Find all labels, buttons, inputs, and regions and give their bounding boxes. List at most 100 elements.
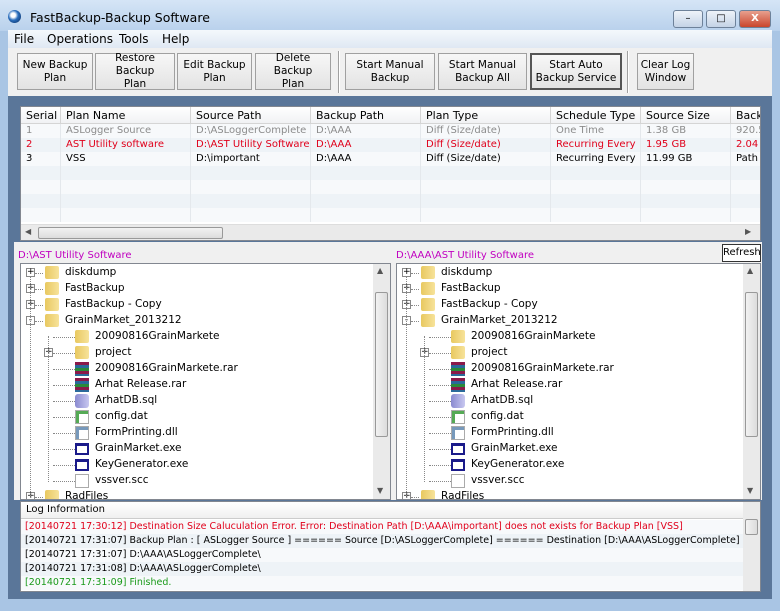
scroll-left-icon[interactable]: ◀ [25, 227, 31, 236]
menu-tools[interactable]: Tools [119, 32, 149, 46]
scroll-up-icon[interactable]: ▲ [747, 266, 753, 275]
column-header[interactable]: Serial [21, 107, 61, 124]
tree-item[interactable]: 20090816GrainMarkete [397, 329, 747, 345]
start-manual-backup-button[interactable]: Start Manual Backup [345, 53, 435, 90]
column-header[interactable]: Plan Type [421, 107, 551, 124]
tree-scroll-thumb[interactable] [745, 292, 758, 437]
tree-item[interactable]: 20090816GrainMarkete.rar [21, 361, 371, 377]
delete-backup-plan-button[interactable]: Delete Backup Plan [255, 52, 331, 90]
column-header[interactable]: Backup Path [311, 107, 421, 124]
tree-item-label: RadFiles [441, 490, 485, 500]
menu-operations[interactable]: Operations [47, 32, 113, 46]
table-row[interactable]: 2 AST Utility software D:\AST Utility Soft… [21, 138, 760, 152]
minimize-button[interactable]: – [673, 10, 703, 28]
tree-item[interactable]: ArhatDB.sql [397, 393, 747, 409]
table-cell [191, 180, 311, 194]
tree-item[interactable]: Arhat Release.rar [21, 377, 371, 393]
tree-item[interactable]: + diskdump [397, 265, 747, 281]
tree-item[interactable]: + project [397, 345, 747, 361]
tree-item[interactable]: FormPrinting.dll [397, 425, 747, 441]
edit-backup-plan-button[interactable]: Edit Backup Plan [177, 53, 252, 90]
maximize-button[interactable]: □ [706, 10, 736, 28]
tree-item[interactable]: + diskdump [21, 265, 371, 281]
tree-item[interactable]: - GrainMarket_2013212 [397, 313, 747, 329]
tree-item-label: FastBackup [65, 282, 125, 294]
menu-help[interactable]: Help [162, 32, 189, 46]
restore-backup-plan-button[interactable]: Restore Backup Plan [95, 52, 175, 90]
clear-log-window-button[interactable]: Clear Log Window [637, 53, 694, 90]
tree-item[interactable]: config.dat [397, 409, 747, 425]
label-line-1: Clear Log [640, 58, 691, 71]
tree-item[interactable]: 20090816GrainMarkete.rar [397, 361, 747, 377]
menu-file[interactable]: File [14, 32, 34, 46]
folder-icon [421, 282, 435, 295]
tree-connector [411, 289, 419, 290]
refresh-button[interactable]: Refresh [722, 244, 761, 262]
tree-item[interactable]: + FastBackup - Copy [397, 297, 747, 313]
tree-item[interactable]: + project [21, 345, 371, 361]
close-button[interactable]: X [739, 10, 771, 28]
tree-item[interactable]: config.dat [21, 409, 371, 425]
tree-connector [411, 497, 419, 498]
tree-item[interactable]: FormPrinting.dll [21, 425, 371, 441]
tree-item[interactable]: KeyGenerator.exe [397, 457, 747, 473]
log-scroll-thumb[interactable] [745, 519, 758, 535]
tree-item[interactable]: vssver.scc [397, 473, 747, 489]
scroll-down-icon[interactable]: ▼ [377, 486, 383, 495]
table-cell: D:\AST Utility Software [191, 138, 311, 152]
tree-item[interactable]: + FastBackup - Copy [21, 297, 371, 313]
grid-horizontal-scrollbar[interactable]: ◀ ▶ [21, 224, 760, 240]
tree-item[interactable]: + FastBackup [397, 281, 747, 297]
log-line: [20140721 17:31:09] Finished. [21, 576, 743, 590]
destination-tree[interactable]: + diskdump + FastBackup + FastBackup - Copy - G… [396, 263, 761, 500]
tree-scroll-thumb[interactable] [375, 292, 388, 437]
toolbar-separator [627, 51, 629, 93]
label-line-1: Delete Backup [273, 52, 313, 77]
start-auto-backup-service-button[interactable]: Start Auto Backup Service [530, 53, 622, 90]
tree-item[interactable]: Arhat Release.rar [397, 377, 747, 393]
log-scrollbar[interactable] [743, 502, 760, 591]
scroll-thumb[interactable] [38, 227, 223, 239]
tree-line [406, 276, 407, 499]
tree-item[interactable]: + RadFiles [21, 489, 371, 499]
new-backup-plan-button[interactable]: New Backup Plan [17, 53, 93, 90]
column-header[interactable]: Plan Name [61, 107, 191, 124]
tree-connector [53, 481, 75, 482]
column-header[interactable]: Source Path [191, 107, 311, 124]
tree-item[interactable]: + FastBackup [21, 281, 371, 297]
scroll-down-icon[interactable]: ▼ [747, 486, 753, 495]
source-tree[interactable]: + diskdump + FastBackup + FastBackup - Copy - G… [20, 263, 391, 500]
tree-item[interactable]: 20090816GrainMarkete [21, 329, 371, 345]
scroll-right-icon[interactable]: ▶ [745, 227, 751, 236]
backup-plans-grid[interactable]: Serial Plan Name Source Path Backup Path Pla… [20, 106, 761, 241]
tree-item-label: diskdump [65, 266, 117, 278]
tree-item[interactable]: GrainMarket.exe [21, 441, 371, 457]
column-header[interactable]: Schedule Type [551, 107, 641, 124]
tree-item-label: config.dat [471, 410, 524, 422]
label-line-1: New Backup [22, 58, 88, 71]
log-line: [20140721 17:30:12] Destination Size Cal… [21, 520, 743, 534]
tree-item-label: FormPrinting.dll [471, 426, 554, 438]
rar-icon [451, 378, 465, 392]
tree-item[interactable]: ArhatDB.sql [21, 393, 371, 409]
table-row[interactable]: 3 VSS D:\important D:\AAA Diff (Size/date) Re… [21, 152, 760, 166]
scroll-up-icon[interactable]: ▲ [377, 266, 383, 275]
table-cell: D:\AAA [311, 124, 421, 138]
tree-line [48, 336, 49, 482]
label-line-1: Start Manual [448, 58, 517, 71]
tree-scrollbar[interactable]: ▲ ▼ [743, 264, 760, 499]
table-row[interactable]: 1 ASLogger Source D:\ASLoggerComplete D:\AA… [21, 124, 760, 138]
column-header[interactable]: Back [731, 107, 760, 124]
tree-item[interactable]: GrainMarket.exe [397, 441, 747, 457]
table-cell [641, 180, 731, 194]
column-header[interactable]: Source Size [641, 107, 731, 124]
tree-item-label: GrainMarket_2013212 [65, 314, 182, 326]
tree-item[interactable]: - GrainMarket_2013212 [21, 313, 371, 329]
tree-scrollbar[interactable]: ▲ ▼ [373, 264, 390, 499]
empty-row [21, 194, 760, 208]
tree-item[interactable]: + RadFiles [397, 489, 747, 500]
tree-item[interactable]: vssver.scc [21, 473, 371, 489]
tree-item[interactable]: KeyGenerator.exe [21, 457, 371, 473]
table-cell: 1.38 GB [641, 124, 731, 138]
start-manual-backup-all-button[interactable]: Start Manual Backup All [438, 53, 527, 90]
